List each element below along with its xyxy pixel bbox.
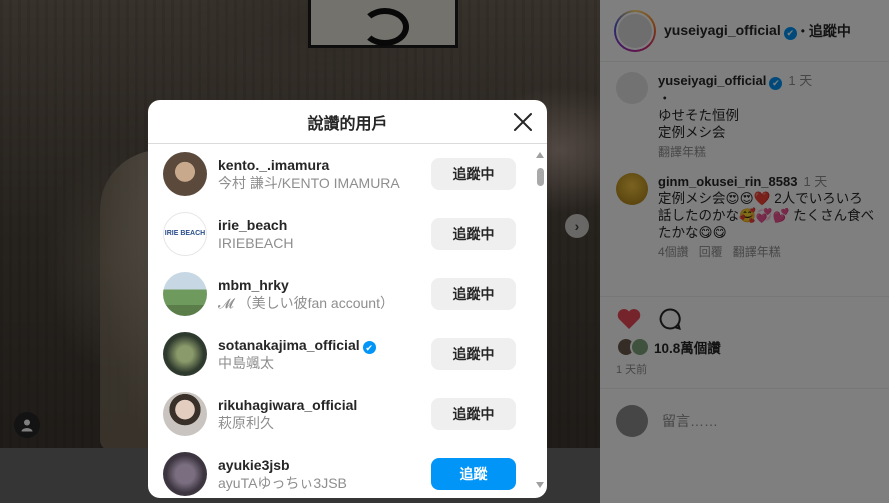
liker-username[interactable]: kento._.imamura	[218, 156, 400, 174]
following-button[interactable]: 追蹤中	[431, 218, 516, 250]
liker-fullname: 今村 謙斗/KENTO IMAMURA	[218, 175, 400, 191]
liker-row: ayukie3jsb ayuTAゆっちぃ3JSB 追蹤	[148, 444, 547, 498]
liker-avatar[interactable]	[163, 392, 207, 436]
liker-fullname: 中島颯太	[218, 355, 274, 372]
liker-avatar[interactable]	[163, 272, 207, 316]
liker-username[interactable]: ayukie3jsb	[218, 456, 347, 474]
following-button[interactable]: 追蹤中	[431, 158, 516, 190]
modal-header: 說讚的用戶	[148, 100, 547, 144]
liker-avatar[interactable]	[163, 152, 207, 196]
liker-avatar[interactable]	[163, 332, 207, 376]
likers-list[interactable]: kento._.imamura 今村 謙斗/KENTO IMAMURA 追蹤中 I…	[148, 144, 547, 498]
scroll-down-icon[interactable]	[536, 482, 544, 488]
liker-row: IRIE BEACH irie_beach IRIEBEACH 追蹤中	[148, 204, 547, 264]
list-scrollbar[interactable]	[535, 148, 545, 492]
liker-fullname: 萩原利久	[218, 415, 274, 431]
irie-beach-logo: IRIE BEACH	[164, 230, 206, 237]
liker-username[interactable]: mbm_hrky	[218, 276, 394, 294]
liker-avatar[interactable]: IRIE BEACH	[163, 212, 207, 256]
liker-username-text[interactable]: sotanakajima_official	[218, 337, 360, 353]
following-button[interactable]: 追蹤中	[431, 398, 516, 430]
scroll-thumb[interactable]	[537, 168, 544, 186]
following-button[interactable]: 追蹤中	[431, 338, 516, 370]
liker-avatar[interactable]	[163, 452, 207, 496]
liker-row: mbm_hrky 𝓜 （美しい彼fan account） 追蹤中	[148, 264, 547, 324]
verified-icon: ✔	[362, 341, 376, 355]
liker-username[interactable]: rikuhagiwara_official	[218, 396, 357, 414]
scroll-up-icon[interactable]	[536, 152, 544, 158]
liker-fullname: 𝓜 （美しい彼fan account）	[218, 295, 394, 311]
liker-username[interactable]: sotanakajima_official ✔	[218, 336, 376, 355]
liker-fullname: IRIEBEACH	[218, 235, 294, 251]
liker-row: kento._.imamura 今村 謙斗/KENTO IMAMURA 追蹤中	[148, 144, 547, 204]
liker-row: rikuhagiwara_official 萩原利久 追蹤中	[148, 384, 547, 444]
liker-fullname: ayuTAゆっちぃ3JSB	[218, 475, 347, 491]
liker-row: sotanakajima_official ✔ 中島颯太 追蹤中	[148, 324, 547, 384]
close-icon[interactable]	[511, 110, 535, 134]
likes-modal: 說讚的用戶 kento._.imamura 今村 謙斗/KENTO IMAMURA…	[148, 100, 547, 498]
following-button[interactable]: 追蹤中	[431, 278, 516, 310]
liker-username[interactable]: irie_beach	[218, 216, 293, 234]
follow-button[interactable]: 追蹤	[431, 458, 516, 490]
modal-title: 說讚的用戶	[307, 115, 388, 133]
